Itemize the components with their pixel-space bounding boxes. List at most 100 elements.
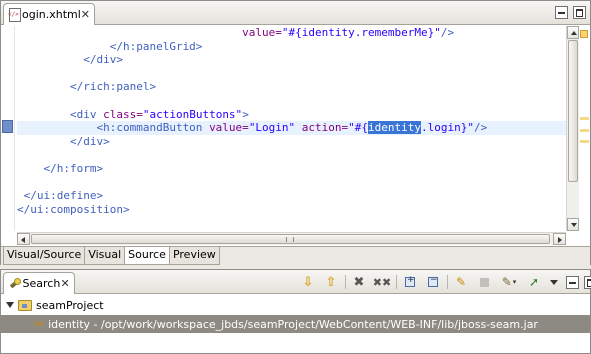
code-line[interactable]: </h:panelGrid>: [17, 40, 566, 54]
code-line[interactable]: [17, 94, 566, 108]
expand-all-button[interactable]: [401, 274, 419, 290]
tab-preview[interactable]: Preview: [168, 247, 220, 265]
code-line[interactable]: </rich:panel>: [17, 80, 566, 94]
code-line[interactable]: </ui:define>: [17, 189, 566, 203]
code-token: />: [474, 121, 488, 135]
code-token: "#{identity.rememberMe}": [281, 26, 441, 39]
code-line[interactable]: </div>: [17, 53, 566, 67]
current-code-line[interactable]: <h:commandButton value="Login" action="#…: [17, 121, 566, 136]
code-token: >: [242, 107, 249, 121]
expand-arrow-icon[interactable]: [6, 302, 14, 308]
code-token: "#{: [348, 121, 369, 135]
search-view: Search ✕ ⇩ ⇧ ✖ ✖✖ ✎ ✎▾ ➚ seamProject: [0, 269, 591, 354]
minimize-button[interactable]: [566, 275, 579, 289]
cancel-search-button[interactable]: [475, 274, 493, 290]
editor-tab-label: login.xhtml: [18, 8, 81, 21]
source-text[interactable]: value="#{identity.rememberMe}"/> </h:pan…: [17, 26, 566, 231]
occurrence-marker: [2, 120, 13, 133]
code-line[interactable]: </ui:composition>: [17, 203, 566, 217]
code-token: "actionButtons": [142, 107, 243, 121]
code-token: .login}": [421, 121, 474, 135]
minimize-button[interactable]: [555, 6, 568, 19]
next-match-button[interactable]: ⇩: [299, 274, 317, 290]
overview-status-icon: [580, 30, 588, 38]
code-token: </div>: [17, 53, 123, 67]
editor-window-controls: [555, 6, 586, 19]
close-icon[interactable]: ✕: [81, 8, 90, 21]
scroll-down-button[interactable]: [567, 218, 579, 231]
horizontal-scroll-thumb[interactable]: [31, 234, 550, 244]
maximize-button[interactable]: [573, 6, 586, 19]
code-line[interactable]: </div>: [17, 135, 566, 149]
tab-visual-source[interactable]: Visual/Source: [3, 247, 86, 265]
view-menu-icon[interactable]: [550, 279, 558, 285]
remove-all-matches-button[interactable]: ✖✖: [373, 274, 391, 290]
overview-ruler[interactable]: [579, 26, 590, 231]
tree-item-match[interactable]: ✂ identity - /opt/work/workspace_jbds/se…: [1, 315, 590, 333]
remove-selected-matches-button[interactable]: ✖: [350, 274, 368, 290]
code-token: <h:commandButton: [17, 121, 210, 135]
selected-text: identity: [368, 121, 422, 135]
tab-search[interactable]: Search ✕: [3, 272, 75, 294]
editor-tab-login-xhtml[interactable]: login.xhtml ✕: [3, 3, 95, 25]
project-folder-icon: [18, 299, 32, 311]
code-line[interactable]: <div class="actionButtons">: [17, 108, 566, 122]
code-token: action=: [301, 121, 349, 135]
overview-marker[interactable]: [580, 140, 589, 143]
run-search-again-button[interactable]: ✎: [452, 274, 470, 290]
previous-match-button[interactable]: ⇧: [322, 274, 340, 290]
search-tab-label: Search: [22, 277, 61, 290]
editor-tab-bar: login.xhtml ✕: [1, 1, 590, 25]
overview-marker[interactable]: [580, 129, 589, 132]
code-line[interactable]: [17, 176, 566, 190]
horizontal-scrollbar[interactable]: [17, 232, 566, 245]
code-token: </h:form>: [17, 162, 104, 175]
code-token: </rich:panel>: [17, 80, 157, 94]
vertical-scroll-thumb[interactable]: [568, 40, 578, 182]
scroll-right-button[interactable]: [553, 233, 566, 245]
code-line[interactable]: </h:form>: [17, 162, 566, 176]
history-icon: ✎: [501, 275, 512, 289]
remove-all-icon: ✖✖: [372, 275, 392, 289]
arrow-down-icon: ⇩: [302, 274, 314, 290]
vertical-ruler[interactable]: [1, 26, 15, 231]
code-token: </h:panelGrid>: [17, 39, 203, 53]
overview-marker[interactable]: [580, 117, 589, 120]
toolbar-separator: [345, 275, 346, 289]
search-results-tree[interactable]: seamProject ✂ identity - /opt/work/works…: [1, 295, 590, 353]
maximize-button[interactable]: [584, 275, 591, 289]
match-icon: ✂: [34, 317, 45, 331]
toolbar-separator: [447, 275, 448, 289]
code-area[interactable]: value="#{identity.rememberMe}"/> </h:pan…: [1, 26, 590, 231]
code-token: value=: [209, 121, 249, 135]
code-line[interactable]: value="#{identity.rememberMe}"/>: [17, 26, 566, 40]
code-token: class=: [103, 107, 143, 121]
remove-icon: ✖: [353, 274, 365, 290]
editor-mode-tabs: Visual/Source Visual Source Preview: [1, 246, 590, 265]
xhtml-file-icon: [8, 8, 21, 22]
tree-item-project[interactable]: seamProject: [1, 296, 590, 314]
code-token: </ui:composition>: [17, 202, 130, 216]
search-history-button[interactable]: ✎ ▾: [498, 274, 520, 290]
search-toolbar: ⇩ ⇧ ✖ ✖✖ ✎ ✎▾ ➚: [299, 274, 591, 290]
code-line[interactable]: [17, 148, 566, 162]
stop-icon: [479, 277, 489, 287]
expand-all-icon: [405, 275, 415, 287]
pin-view-icon: ➚: [528, 275, 540, 289]
toolbar-separator: [396, 275, 397, 289]
collapse-all-button[interactable]: [424, 274, 442, 290]
code-token: <div: [17, 107, 104, 121]
tab-source[interactable]: Source: [124, 247, 170, 265]
chevron-down-icon: ▾: [512, 278, 517, 286]
code-token: "Login": [248, 121, 296, 135]
project-label: seamProject: [36, 298, 104, 312]
close-icon[interactable]: ✕: [60, 277, 70, 290]
code-line[interactable]: [17, 67, 566, 81]
tab-visual[interactable]: Visual: [84, 247, 126, 265]
arrow-up-icon: ⇧: [325, 274, 337, 290]
pin-view-button[interactable]: ➚: [525, 274, 543, 290]
vertical-scrollbar[interactable]: [566, 26, 579, 231]
scroll-up-button[interactable]: [567, 26, 579, 39]
scroll-left-button[interactable]: [17, 233, 30, 245]
